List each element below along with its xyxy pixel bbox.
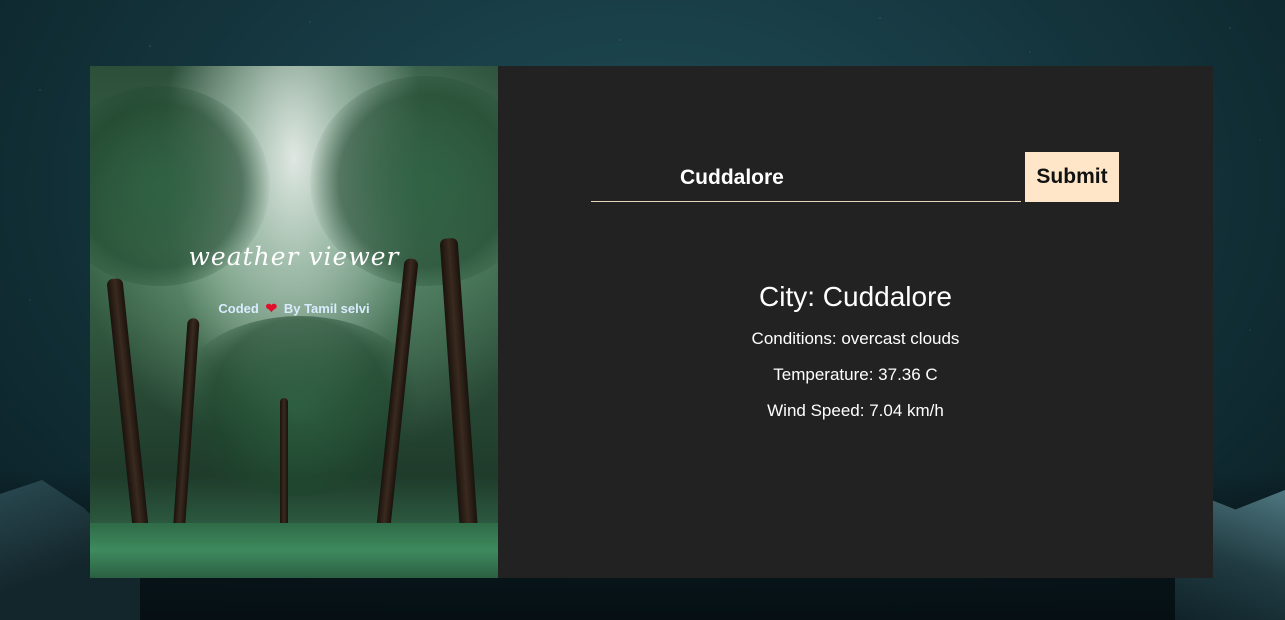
weather-info-panel: Submit City: Cuddalore Conditions: overc… (498, 66, 1213, 578)
weather-results: City: Cuddalore Conditions: overcast clo… (498, 281, 1213, 437)
tree-trunk (280, 398, 288, 538)
conditions-text: Conditions: overcast clouds (751, 329, 960, 348)
wind-speed-text: Wind Speed: 7.04 km/h (767, 401, 944, 420)
city-input[interactable] (591, 154, 1021, 202)
tree-trunk (439, 237, 479, 539)
credit-suffix: By Tamil selvi (283, 301, 370, 316)
search-form: Submit (591, 152, 1119, 202)
forest-photo-panel: weather viewer Coded ❤ By Tamil selvi (90, 66, 498, 578)
submit-button[interactable]: Submit (1025, 152, 1119, 202)
grass-path (90, 523, 498, 578)
city-heading: City: Cuddalore (759, 281, 952, 312)
weather-card: weather viewer Coded ❤ By Tamil selvi Su… (90, 66, 1213, 578)
credit-prefix: Coded (218, 301, 259, 316)
temperature-text: Temperature: 37.36 C (773, 365, 938, 384)
app-title: weather viewer (188, 242, 400, 271)
heart-icon: ❤ (265, 300, 278, 316)
author-credit: Coded ❤ By Tamil selvi (90, 300, 498, 317)
